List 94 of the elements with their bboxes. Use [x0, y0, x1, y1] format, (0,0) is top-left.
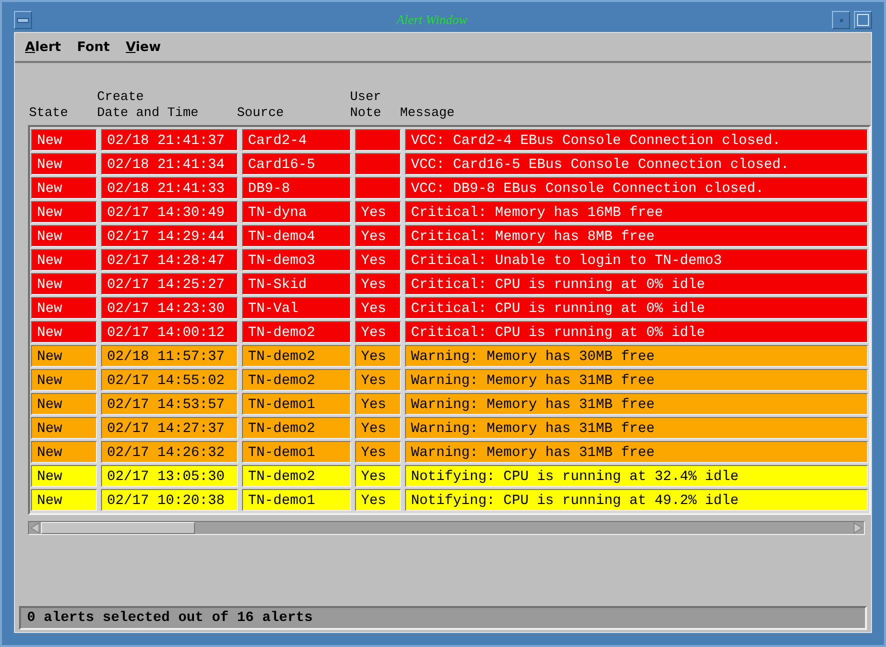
table-cell: Critical: CPU is running at 0% idle	[405, 321, 868, 343]
table-cell: Notifying: CPU is running at 32.4% idle	[405, 465, 868, 487]
table-cell: TN-demo2	[242, 369, 351, 391]
table-cell: Yes	[355, 225, 401, 247]
table-cell: Warning: Memory has 31MB free	[405, 441, 868, 463]
table-cell: Warning: Memory has 31MB free	[405, 393, 868, 415]
table-cell: TN-Skid	[242, 273, 351, 295]
table-cell: 02/17 14:00:12	[101, 321, 238, 343]
table-cell: VCC: Card16-5 EBus Console Connection closed.	[405, 153, 868, 175]
table-cell: New	[31, 249, 97, 271]
table-cell: Warning: Memory has 31MB free	[405, 369, 868, 391]
table-cell: Yes	[355, 489, 401, 511]
table-cell: Warning: Memory has 31MB free	[405, 417, 868, 439]
table-cell: TN-demo2	[242, 321, 351, 343]
table-cell: New	[31, 225, 97, 247]
table-cell: 02/17 14:29:44	[101, 225, 238, 247]
table-cell: Critical: CPU is running at 0% idle	[405, 273, 868, 295]
table-cell: New	[31, 417, 97, 439]
menu-item[interactable]: Font	[76, 40, 110, 54]
table-cell: Card2-4	[242, 129, 351, 151]
table-cell: New	[31, 129, 97, 151]
table-cell: New	[31, 441, 97, 463]
table-cell: TN-demo1	[242, 441, 351, 463]
menu-item[interactable]: View	[126, 40, 161, 54]
table-cell: DB9-8	[242, 177, 351, 199]
table-cell: Yes	[355, 465, 401, 487]
table-cell: 02/17 14:26:32	[101, 441, 238, 463]
table-cell: New	[31, 273, 97, 295]
maximize-button[interactable]	[854, 11, 872, 29]
table-cell: Yes	[355, 393, 401, 415]
horizontal-scrollbar[interactable]	[28, 521, 865, 535]
column-header: User Note	[350, 89, 382, 120]
table-cell: 02/17 14:27:37	[101, 417, 238, 439]
table-cell: 02/18 11:57:37	[101, 345, 238, 367]
table-cell: Yes	[355, 249, 401, 271]
table-cell: VCC: Card2-4 EBus Console Connection closed.	[405, 129, 868, 151]
table-cell: Critical: Unable to login to TN-demo3	[405, 249, 868, 271]
table-cell: TN-demo2	[242, 465, 351, 487]
table-cell: New	[31, 153, 97, 175]
table-cell: TN-demo3	[242, 249, 351, 271]
table-cell: Yes	[355, 201, 401, 223]
table-cell: Yes	[355, 321, 401, 343]
table-cell: New	[31, 177, 97, 199]
table-cell: New	[31, 321, 97, 343]
table-cell: TN-demo4	[242, 225, 351, 247]
scrollbar-thumb[interactable]	[41, 522, 195, 534]
right-arrow-icon[interactable]	[852, 522, 864, 534]
table-cell: Yes	[355, 345, 401, 367]
left-arrow-icon[interactable]	[29, 522, 41, 534]
table-cell: 02/17 13:05:30	[101, 465, 238, 487]
menu-item[interactable]: Alert	[25, 40, 61, 54]
table-cell: New	[31, 345, 97, 367]
table-cell: New	[31, 201, 97, 223]
table-cell: Notifying: CPU is running at 49.2% idle	[405, 489, 868, 511]
table-cell: New	[31, 369, 97, 391]
table-cell: Critical: Memory has 8MB free	[405, 225, 868, 247]
table-cell: 02/18 21:41:37	[101, 129, 238, 151]
table-cell: 02/17 14:25:27	[101, 273, 238, 295]
table-cell: 02/17 14:53:57	[101, 393, 238, 415]
table-cell: New	[31, 393, 97, 415]
table-cell: Critical: CPU is running at 0% idle	[405, 297, 868, 319]
table-cell: TN-demo1	[242, 489, 351, 511]
table-cell: 02/17 10:20:38	[101, 489, 238, 511]
table-cell: TN-demo1	[242, 393, 351, 415]
table-cell: 02/18 21:41:33	[101, 177, 238, 199]
table-cell: 02/17 14:23:30	[101, 297, 238, 319]
table-cell: Warning: Memory has 30MB free	[405, 345, 868, 367]
status-bar: 0 alerts selected out of 16 alerts	[19, 606, 867, 630]
table-cell: Yes	[355, 297, 401, 319]
table-cell: Yes	[355, 417, 401, 439]
column-header: Message	[400, 105, 455, 120]
table-cell: TN-dyna	[242, 201, 351, 223]
window-menu-button[interactable]	[14, 11, 32, 29]
table-cell: Critical: Memory has 16MB free	[405, 201, 868, 223]
table-cell: TN-demo2	[242, 417, 351, 439]
table-cell: VCC: DB9-8 EBus Console Connection closed.	[405, 177, 868, 199]
table-cell: 02/17 14:30:49	[101, 201, 238, 223]
table-cell: 02/18 21:41:34	[101, 153, 238, 175]
table-cell: Yes	[355, 441, 401, 463]
column-header: State	[29, 105, 68, 120]
table-cell: Card16-5	[242, 153, 351, 175]
table-cell: TN-demo2	[242, 345, 351, 367]
table-cell: New	[31, 297, 97, 319]
table-cell: 02/17 14:28:47	[101, 249, 238, 271]
column-header: Source	[237, 105, 284, 120]
column-header: Create Date and Time	[97, 89, 198, 120]
table-cell: New	[31, 489, 97, 511]
table-cell: Yes	[355, 369, 401, 391]
table-cell: Yes	[355, 273, 401, 295]
table-cell: 02/17 14:55:02	[101, 369, 238, 391]
minimize-button[interactable]	[832, 11, 850, 29]
table-cell: TN-Val	[242, 297, 351, 319]
table-cell: New	[31, 465, 97, 487]
window-title: Alert Window	[394, 12, 469, 28]
